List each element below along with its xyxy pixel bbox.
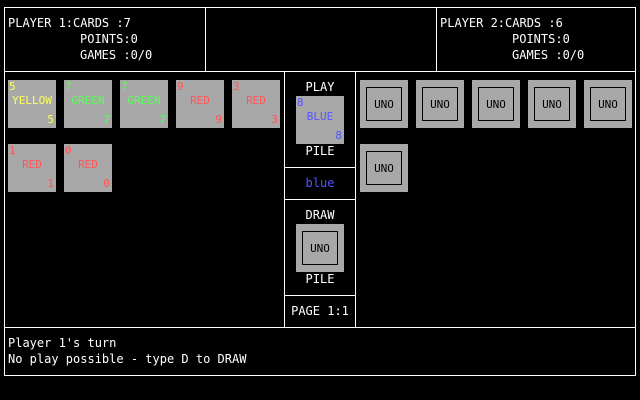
card-color-name: GREEN [71, 94, 105, 107]
hand2-card: UNO [360, 144, 408, 192]
card-number: 0 [103, 177, 110, 190]
player1-points: POINTS:0 [80, 32, 138, 46]
card-number: 7 [121, 80, 128, 93]
uno-card-back-label: UNO [478, 87, 514, 121]
card-number: 5 [47, 113, 54, 126]
page-indicator: PAGE 1:1 [291, 304, 349, 318]
current-color: blue [305, 176, 335, 190]
hand2-card: UNO [472, 80, 520, 128]
status-message: No play possible - type D to DRAW [8, 352, 247, 366]
play-pile-bottom-label: PILE [305, 144, 335, 158]
card-number: 9 [177, 80, 184, 93]
card-number: 1 [9, 144, 16, 157]
player2-games: GAMES :0/0 [512, 48, 585, 62]
card-number: 8 [297, 96, 304, 109]
center-divider-2 [284, 199, 356, 200]
hand1-card[interactable]: 7 GREEN 7 [120, 80, 168, 128]
player1-games: GAMES :0/0 [80, 48, 153, 62]
center-divider-1 [284, 167, 356, 168]
hand1-card[interactable]: 3 RED 3 [232, 80, 280, 128]
uno-card-back-label: UNO [366, 87, 402, 121]
hand2-card: UNO [528, 80, 576, 128]
hand1-card[interactable]: 1 RED 1 [8, 144, 56, 192]
card-color-name: YELLOW [12, 94, 52, 107]
uno-card-back-label: UNO [302, 231, 338, 265]
card-number: 0 [65, 144, 72, 157]
uno-card-back-label: UNO [422, 87, 458, 121]
card-color-name: RED [78, 158, 98, 171]
card-number: 3 [233, 80, 240, 93]
card-color-name: RED [22, 158, 42, 171]
draw-pile-card[interactable]: UNO [296, 224, 344, 272]
card-number: 7 [159, 113, 166, 126]
header-middle-panel [205, 7, 437, 72]
card-color-name: RED [190, 94, 210, 107]
hand1-card[interactable]: 9 RED 9 [176, 80, 224, 128]
card-number: 3 [271, 113, 278, 126]
center-divider-3 [284, 295, 356, 296]
status-turn: Player 1's turn [8, 336, 117, 350]
draw-pile-bottom-label: PILE [305, 272, 335, 286]
card-color-name: RED [246, 94, 266, 107]
hand2-card: UNO [584, 80, 632, 128]
uno-card-back-label: UNO [366, 151, 402, 185]
uno-card-back-label: UNO [590, 87, 626, 121]
player2-points: POINTS:0 [512, 32, 570, 46]
player1-cards: PLAYER 1:CARDS :7 [8, 16, 131, 30]
draw-pile-top-label: DRAW [305, 208, 335, 222]
play-pile-top-label: PLAY [305, 80, 335, 94]
hand1-card[interactable]: 5 YELLOW 5 [8, 80, 56, 128]
card-number: 5 [9, 80, 16, 93]
card-color-name: BLUE [306, 110, 334, 123]
hand2-card: UNO [416, 80, 464, 128]
uno-card-back-label: UNO [534, 87, 570, 121]
card-number: 9 [215, 113, 222, 126]
card-number: 7 [65, 80, 72, 93]
card-number: 8 [335, 129, 342, 142]
hand1-card[interactable]: 0 RED 0 [64, 144, 112, 192]
player2-cards: PLAYER 2:CARDS :6 [440, 16, 563, 30]
play-pile-card: 8 BLUE 8 [296, 96, 344, 144]
card-color-name: GREEN [127, 94, 161, 107]
hand2-card: UNO [360, 80, 408, 128]
hand1-card[interactable]: 7 GREEN 7 [64, 80, 112, 128]
card-number: 7 [103, 113, 110, 126]
card-number: 1 [47, 177, 54, 190]
